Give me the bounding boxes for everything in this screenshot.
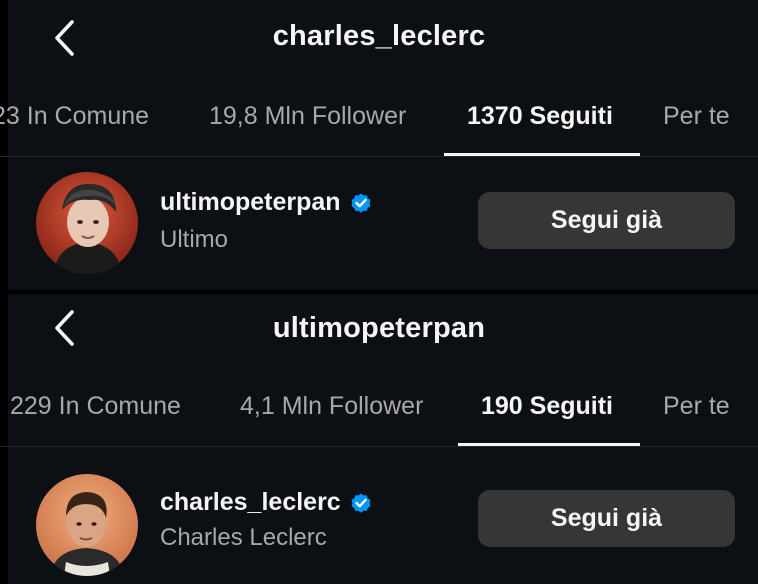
username-group: charles_leclerc: [160, 488, 373, 517]
header: charles_leclerc: [0, 0, 758, 78]
full-name: Ultimo: [160, 226, 229, 253]
tab-seguiti[interactable]: 1370 Seguiti: [467, 102, 613, 131]
header: ultimopeterpan: [0, 294, 758, 372]
active-tab-indicator: [458, 443, 640, 446]
following-button[interactable]: Segui già: [478, 490, 735, 547]
list-item: ultimopeterpan Ultimo Segui già: [0, 170, 758, 278]
username[interactable]: charles_leclerc: [160, 488, 341, 517]
verified-badge-icon: [351, 193, 371, 213]
following-button[interactable]: Segui già: [478, 192, 735, 249]
page-title: ultimopeterpan: [272, 312, 486, 344]
username-group: ultimopeterpan: [160, 188, 373, 217]
tab-per-te[interactable]: Per te: [663, 102, 730, 131]
avatar[interactable]: [36, 474, 138, 576]
tab-seguiti[interactable]: 190 Seguiti: [481, 392, 613, 421]
following-panel-top: charles_leclerc 23 In Comune 19,8 Mln Fo…: [0, 0, 758, 290]
tab-bar: 229 In Comune 4,1 Mln Follower 190 Segui…: [0, 376, 758, 447]
tab-follower[interactable]: 19,8 Mln Follower: [209, 102, 406, 131]
full-name: Charles Leclerc: [160, 524, 327, 551]
verified-badge-icon: [351, 493, 371, 513]
active-tab-indicator: [444, 153, 640, 156]
page-title: charles_leclerc: [272, 20, 486, 52]
tab-follower[interactable]: 4,1 Mln Follower: [240, 392, 423, 421]
avatar[interactable]: [36, 172, 138, 274]
tab-per-te[interactable]: Per te: [663, 392, 730, 421]
tab-bar: 23 In Comune 19,8 Mln Follower 1370 Segu…: [0, 86, 758, 157]
tab-in-comune[interactable]: 229 In Comune: [10, 392, 181, 421]
username[interactable]: ultimopeterpan: [160, 188, 341, 217]
list-item: charles_leclerc Charles Leclerc Segui gi…: [0, 458, 758, 576]
tab-in-comune[interactable]: 23 In Comune: [0, 102, 149, 131]
following-panel-bottom: ultimopeterpan 229 In Comune 4,1 Mln Fol…: [0, 294, 758, 584]
